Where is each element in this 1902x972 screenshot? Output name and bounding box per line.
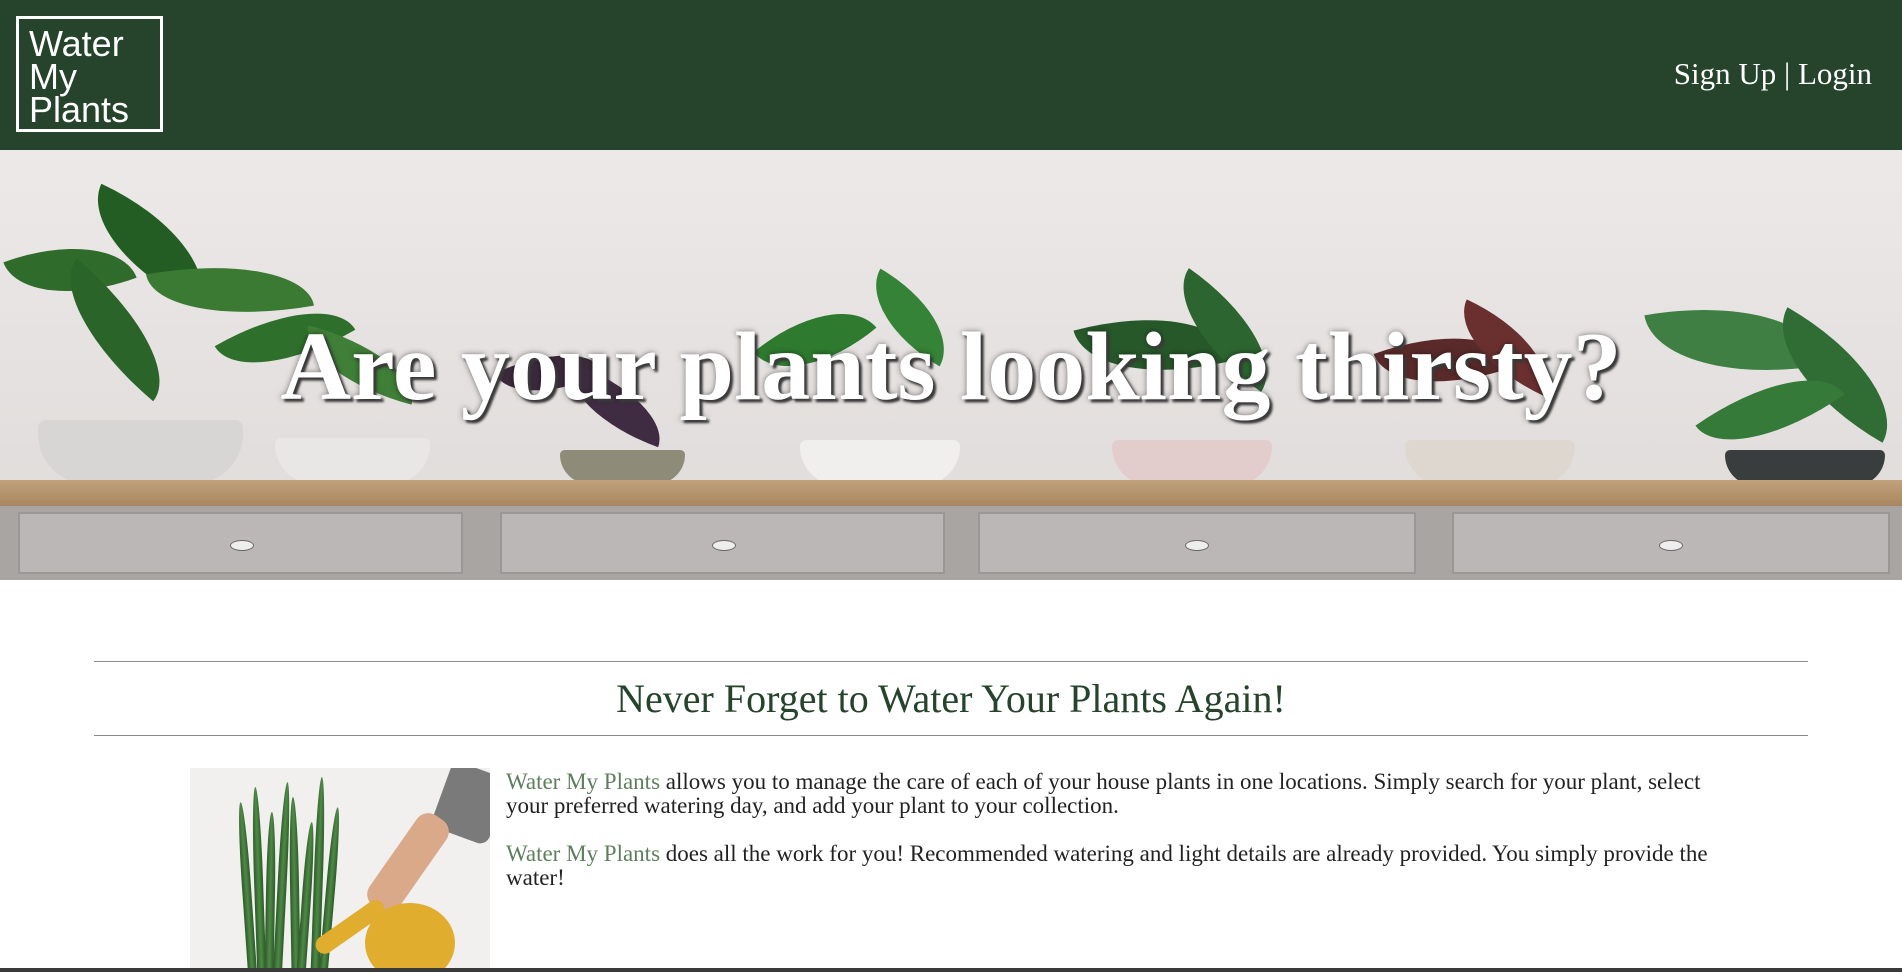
- site-header: Water My Plants Sign Up | Login: [0, 0, 1902, 150]
- hero-title: Are your plants looking thirsty?: [280, 313, 1622, 421]
- intro-paragraph-1: Water My Plants allows you to manage the…: [506, 770, 1736, 818]
- divider-bottom: [94, 735, 1808, 736]
- bottom-edge-bar: [0, 968, 1902, 972]
- paragraph-text: does all the work for you! Recommended w…: [506, 841, 1708, 890]
- paragraph-text: allows you to manage the care of each of…: [506, 769, 1701, 818]
- hero-banner: Are your plants looking thirsty?: [0, 150, 1902, 580]
- logo-line-3: Plants: [29, 89, 130, 130]
- watering-plant-image: [190, 768, 490, 972]
- sign-up-link[interactable]: Sign Up: [1674, 56, 1777, 91]
- divider-top: [94, 661, 1808, 662]
- section-title: Never Forget to Water Your Plants Again!: [616, 676, 1286, 721]
- login-link[interactable]: Login: [1798, 56, 1872, 91]
- auth-nav: Sign Up | Login: [1674, 56, 1872, 92]
- brand-name: Water My Plants: [506, 841, 661, 866]
- brand-name: Water My Plants: [506, 769, 661, 794]
- nav-separator: |: [1783, 56, 1791, 91]
- site-logo[interactable]: Water My Plants: [16, 16, 163, 132]
- intro-paragraph-2: Water My Plants does all the work for yo…: [506, 842, 1736, 890]
